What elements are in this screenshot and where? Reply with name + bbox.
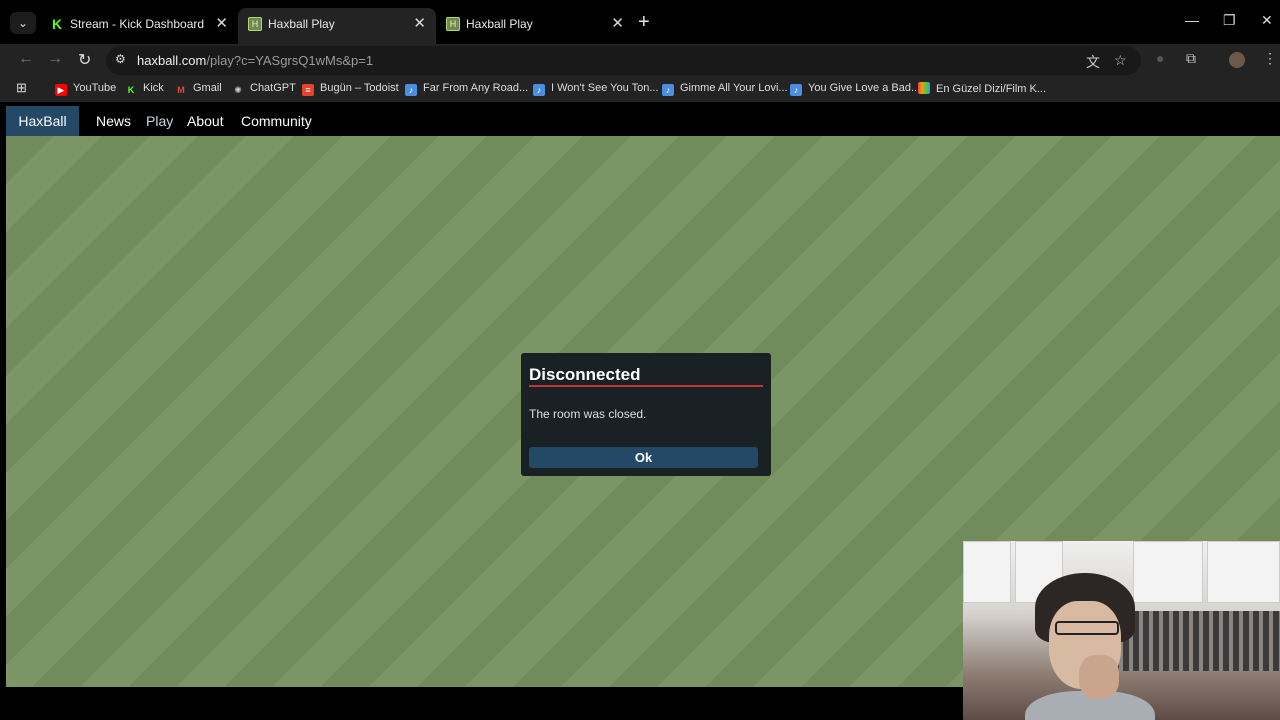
- nav-news[interactable]: News: [96, 113, 131, 129]
- tab-search-button[interactable]: ⌄: [10, 12, 36, 34]
- extensions-puzzle-icon[interactable]: ⧉: [1186, 50, 1196, 67]
- window-close-icon[interactable]: ✕: [1261, 12, 1273, 29]
- page-icon: ♪: [662, 84, 674, 96]
- page-icon: ♪: [790, 84, 802, 96]
- close-icon[interactable]: ✕: [413, 14, 426, 32]
- gmail-icon: M: [177, 85, 185, 95]
- haxball-icon: H: [446, 17, 460, 31]
- close-icon[interactable]: ✕: [611, 14, 624, 32]
- bookmark-star-icon[interactable]: ☆: [1114, 52, 1127, 69]
- ok-button[interactable]: Ok: [529, 447, 758, 468]
- disconnected-dialog: Disconnected The room was closed. Ok: [521, 353, 771, 476]
- browser-toolbar: ← → ↻ ⚙ haxball.com/play?c=YASgrsQ1wMs&p…: [0, 44, 1280, 76]
- glasses: [1055, 621, 1119, 635]
- bookmarks-bar: ⊞ ▶ YouTube K Kick M Gmail ✺ ChatGPT ≡ Bugün …: [0, 76, 1280, 102]
- kitchen-cabinet: [963, 541, 1011, 603]
- bookmark-far-from-any-road[interactable]: ♪ Far From Any Road...: [405, 82, 528, 96]
- dialog-title: Disconnected: [529, 365, 641, 384]
- tab-haxball-play-active[interactable]: H Haxball Play ✕: [238, 8, 436, 44]
- nav-community[interactable]: Community: [241, 113, 312, 129]
- tab-title: Stream - Kick Dashboard: [70, 17, 205, 31]
- haxball-icon: H: [248, 17, 262, 31]
- site-info-icon[interactable]: ⚙: [115, 52, 129, 66]
- apps-grid-icon[interactable]: ⊞: [16, 80, 27, 96]
- extension-icon[interactable]: ●: [1156, 50, 1164, 66]
- browser-tab-strip: ⌄ K Stream - Kick Dashboard ✕ H Haxball …: [0, 0, 1280, 44]
- restore-icon[interactable]: ❐: [1223, 12, 1236, 29]
- chatgpt-icon: ✺: [234, 85, 242, 95]
- bookmark-todoist[interactable]: ≡ Bugün – Todoist: [302, 82, 399, 96]
- address-bar[interactable]: ⚙ haxball.com/play?c=YASgrsQ1wMs&p=1 文 ☆: [106, 46, 1141, 75]
- webcam-overlay: [963, 541, 1280, 720]
- forward-icon[interactable]: →: [47, 50, 63, 68]
- bookmark-kick[interactable]: K Kick: [125, 82, 164, 96]
- bookmark-i-wont-see-you[interactable]: ♪ I Won't See You Ton...: [533, 82, 659, 96]
- page-icon: ♪: [405, 84, 417, 96]
- minimize-icon[interactable]: —: [1185, 12, 1199, 28]
- tab-title: Haxball Play: [466, 17, 533, 31]
- todoist-icon: ≡: [302, 84, 314, 96]
- tab-title: Haxball Play: [268, 17, 335, 31]
- bookmark-en-guzel-dizi[interactable]: En Güzel Dizi/Film K...: [918, 82, 1046, 95]
- rainbow-icon: [918, 82, 930, 94]
- site-navbar: HaxBall News Play About Community: [6, 106, 1280, 136]
- bookmark-chatgpt[interactable]: ✺ ChatGPT: [232, 82, 296, 96]
- bookmark-gimme-all-your-lovin[interactable]: ♪ Gimme All Your Lovi...: [662, 82, 788, 96]
- tab-haxball-play[interactable]: H Haxball Play ✕: [436, 8, 634, 44]
- close-icon[interactable]: ✕: [215, 14, 228, 32]
- kick-icon: K: [51, 16, 63, 32]
- nav-about[interactable]: About: [187, 113, 224, 129]
- back-icon[interactable]: ←: [18, 50, 34, 68]
- profile-avatar[interactable]: [1229, 52, 1245, 68]
- page-footer-bar: [0, 687, 963, 720]
- reload-icon[interactable]: ↻: [78, 50, 91, 70]
- kick-icon: K: [127, 85, 135, 95]
- streamer: [1025, 573, 1155, 720]
- dialog-divider: [529, 385, 763, 387]
- url-text[interactable]: haxball.com/play?c=YASgrsQ1wMs&p=1: [137, 53, 373, 68]
- menu-kebab-icon[interactable]: ⋮: [1263, 50, 1277, 67]
- nav-play[interactable]: Play: [146, 113, 173, 129]
- bookmark-you-give-love[interactable]: ♪ You Give Love a Bad...: [790, 82, 920, 96]
- bookmark-youtube[interactable]: ▶ YouTube: [55, 82, 116, 96]
- dialog-message: The room was closed.: [529, 407, 647, 421]
- bookmark-gmail[interactable]: M Gmail: [175, 82, 221, 96]
- page-icon: ♪: [533, 84, 545, 96]
- translate-icon[interactable]: 文: [1086, 52, 1100, 72]
- new-tab-button[interactable]: +: [638, 12, 650, 32]
- haxball-logo[interactable]: HaxBall: [6, 106, 79, 136]
- youtube-icon: ▶: [55, 84, 67, 96]
- tab-kick-dashboard[interactable]: K Stream - Kick Dashboard ✕: [40, 8, 238, 44]
- kitchen-cabinet: [1207, 541, 1280, 603]
